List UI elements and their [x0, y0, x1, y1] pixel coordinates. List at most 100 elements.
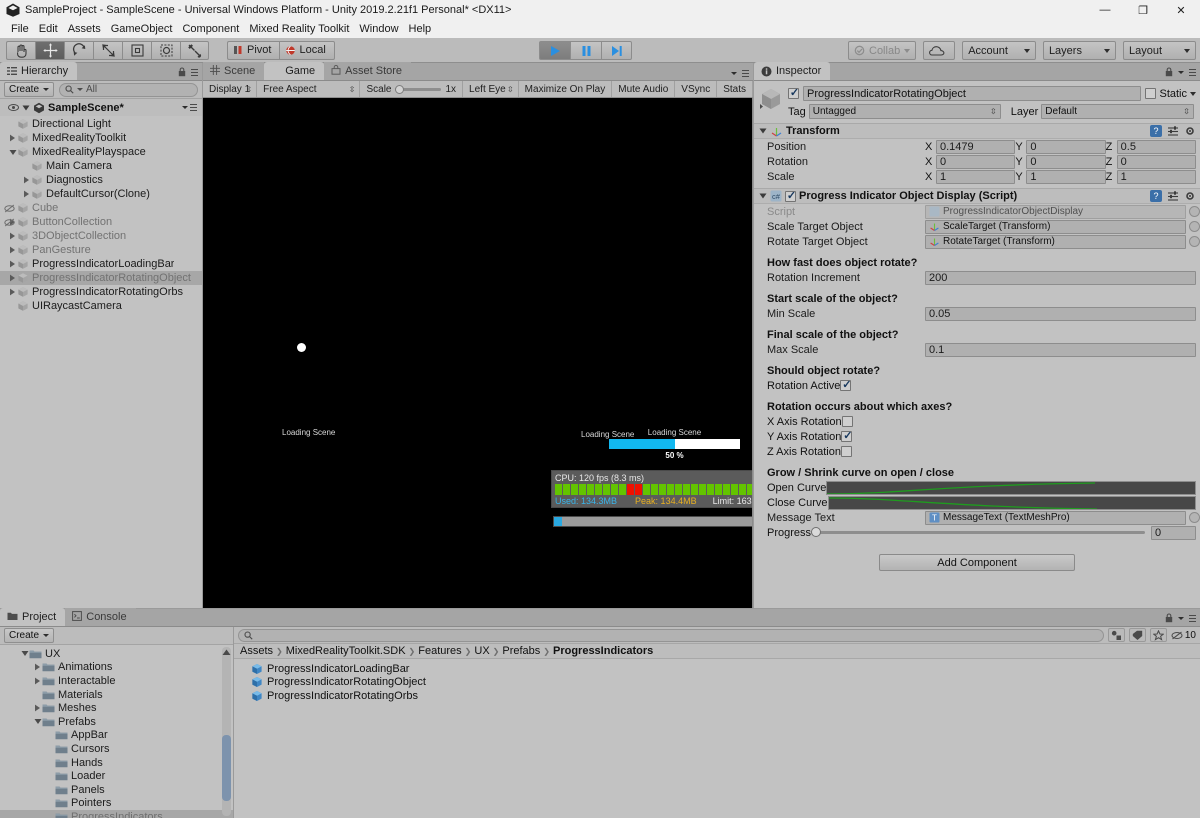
gear-icon[interactable] [1184, 125, 1196, 137]
scroll-up-arrow-icon[interactable] [222, 649, 231, 656]
collab-button[interactable]: Collab [848, 41, 917, 60]
tab-inspector[interactable]: Inspector [754, 62, 831, 80]
close-button[interactable]: ✕ [1162, 0, 1200, 20]
object-reference-field[interactable]: ScaleTarget (Transform) [925, 219, 1186, 234]
transform-rotation-y-input[interactable]: 0 [1026, 154, 1106, 169]
hierarchy-item-cube[interactable]: Cube [0, 201, 202, 215]
rotation-active-checkbox[interactable] [840, 378, 852, 391]
static-checkbox[interactable] [1145, 88, 1157, 99]
tab-game[interactable]: Game [264, 62, 325, 80]
transform-rotation-z-input[interactable]: 0 [1116, 154, 1196, 169]
step-button[interactable] [601, 41, 632, 60]
menu-item-mixed-reality-toolkit[interactable]: Mixed Reality Toolkit [244, 21, 354, 37]
object-reference-field[interactable]: T MessageText (TextMeshPro) [925, 510, 1186, 525]
account-button[interactable]: Account [962, 41, 1036, 60]
hierarchy-item-buttoncollection[interactable]: ButtonCollection [0, 215, 202, 229]
chevron-right-icon[interactable] [22, 176, 31, 185]
layers-button[interactable]: Layers [1042, 41, 1116, 60]
progress-slider[interactable] [811, 527, 1145, 537]
scene-twirl-icon[interactable] [22, 104, 30, 112]
hierarchy-item-3dobjectcollection[interactable]: 3DObjectCollection [0, 229, 202, 243]
object-picker-button[interactable] [1189, 236, 1200, 247]
stats-toggle[interactable]: Stats [717, 81, 753, 97]
help-icon[interactable]: ? [1150, 190, 1162, 202]
progress-input[interactable]: 0 [1151, 525, 1196, 540]
menu-item-file[interactable]: File [6, 21, 34, 37]
project-folder-animations[interactable]: Animations [0, 661, 233, 675]
close-curve-field[interactable] [827, 495, 1196, 510]
hierarchy-item-mixedrealityplayspace[interactable]: MixedRealityPlayspace [0, 145, 202, 159]
hierarchy-create-button[interactable]: Create [4, 82, 55, 97]
hand-tool[interactable] [6, 40, 35, 60]
project-create-button[interactable]: Create [4, 628, 55, 643]
chevron-right-icon[interactable] [8, 134, 17, 143]
hierarchy-item-directional-light[interactable]: Directional Light [0, 117, 202, 131]
asset-list[interactable]: ProgressIndicatorLoadingBar ProgressIndic… [234, 659, 1200, 818]
preset-icon[interactable] [1167, 125, 1179, 137]
transform-header[interactable]: Transform ? [754, 123, 1200, 139]
breadcrumb-item[interactable]: MixedRealityToolkit.SDK [286, 645, 406, 657]
asset-item-progressindicatorloadingbar[interactable]: ProgressIndicatorLoadingBar [234, 662, 1200, 676]
menu-item-window[interactable]: Window [354, 21, 403, 37]
game-view-render[interactable]: Loading Scene Loading Scene Loading Scene 5… [203, 98, 753, 608]
project-folder-loader[interactable]: Loader [0, 769, 233, 783]
scale-tool[interactable] [93, 40, 122, 60]
tag-dropdown[interactable]: Untagged ⇳ [808, 104, 1001, 119]
breadcrumb-item[interactable]: ProgressIndicators [553, 645, 653, 657]
hierarchy-item-progressindicatorrotatingorbs[interactable]: ProgressIndicatorRotatingOrbs [0, 285, 202, 299]
project-tree-scrollbar[interactable] [222, 647, 231, 816]
add-component-button[interactable]: Add Component [879, 554, 1075, 571]
lock-icon[interactable] [178, 67, 186, 77]
chevron-right-icon[interactable] [8, 288, 17, 297]
minimize-button[interactable]: — [1086, 0, 1124, 20]
menu-item-component[interactable]: Component [177, 21, 244, 37]
chevron-right-icon[interactable] [8, 274, 17, 283]
breadcrumb-item[interactable]: Features [418, 645, 461, 657]
chevron-right-icon[interactable] [8, 246, 17, 255]
hierarchy-item-diagnostics[interactable]: Diagnostics [0, 173, 202, 187]
visibility-icon[interactable] [8, 102, 19, 113]
menu-item-help[interactable]: Help [404, 21, 437, 37]
transform-scale-x-input[interactable]: 1 [936, 169, 1016, 184]
chevron-down-icon[interactable] [33, 717, 42, 726]
pause-button[interactable] [570, 41, 601, 60]
pivot-button[interactable]: Pivot [227, 40, 280, 60]
open-curve-field[interactable] [826, 480, 1196, 495]
x-axis-rotation-checkbox[interactable] [841, 416, 853, 427]
transform-tool[interactable] [151, 40, 180, 60]
transform-scale-y-input[interactable]: 1 [1026, 169, 1106, 184]
chevron-right-icon[interactable] [33, 704, 42, 713]
menu-item-edit[interactable]: Edit [34, 21, 63, 37]
progress-slider-knob[interactable] [811, 527, 822, 537]
maximize-on-play-toggle[interactable]: Maximize On Play [519, 81, 613, 97]
tab-console[interactable]: Console [65, 608, 136, 626]
hierarchy-item-main-camera[interactable]: Main Camera [0, 159, 202, 173]
vsync-toggle[interactable]: VSync [675, 81, 718, 97]
script-foldout-icon[interactable] [758, 192, 767, 201]
project-folder-hands[interactable]: Hands [0, 756, 233, 770]
breadcrumb-item[interactable]: Assets [240, 645, 273, 657]
chevron-right-icon[interactable] [8, 260, 17, 269]
hidden-eye-icon[interactable] [4, 203, 15, 214]
project-folder-cursors[interactable]: Cursors [0, 742, 233, 756]
transform-scale-z-input[interactable]: 1 [1116, 169, 1196, 184]
menu-item-gameobject[interactable]: GameObject [106, 21, 178, 37]
restore-button[interactable]: ❐ [1124, 0, 1162, 20]
chevron-right-icon[interactable] [22, 190, 31, 199]
local-button[interactable]: Local [279, 40, 335, 60]
scale-slider-group[interactable]: Scale 1x [360, 81, 464, 97]
hierarchy-menu-icon[interactable] [191, 68, 198, 76]
cloud-button[interactable] [923, 41, 956, 60]
rotation-increment-input[interactable]: 200 [925, 270, 1196, 285]
custom-tool[interactable] [180, 40, 209, 60]
static-caret-icon[interactable] [1190, 91, 1196, 96]
mute-audio-toggle[interactable]: Mute Audio [612, 81, 676, 97]
hierarchy-tree[interactable]: Directional Light MixedRealityToolkit Mixe… [0, 116, 202, 608]
layout-button[interactable]: Layout [1122, 41, 1196, 60]
project-folder-tree[interactable]: UX Animations Interactable Materials Meshes P… [0, 645, 233, 818]
project-folder-materials[interactable]: Materials [0, 688, 233, 702]
aspect-dropdown[interactable]: Free Aspect ⇳ [257, 81, 361, 97]
asset-item-progressindicatorrotatingorbs[interactable]: ProgressIndicatorRotatingOrbs [234, 689, 1200, 703]
display-dropdown[interactable]: Display 1 ⇳ [203, 81, 258, 97]
project-search-input[interactable] [238, 628, 1104, 642]
